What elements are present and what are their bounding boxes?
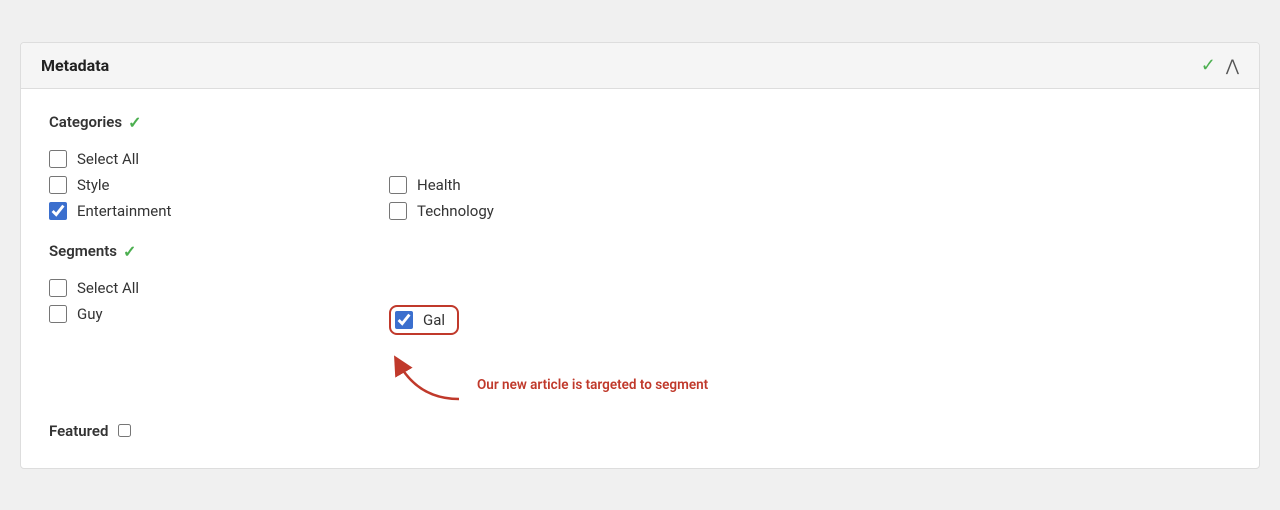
categories-select-all-label[interactable]: Select All	[77, 150, 139, 168]
categories-section: Categories ✓ Select All Style	[49, 113, 1231, 224]
categories-grid: Style Entertainment Health Techn	[49, 172, 1231, 224]
categories-select-all-row: Select All	[49, 146, 1231, 172]
category-entertainment-label[interactable]: Entertainment	[77, 202, 171, 220]
panel-body: Categories ✓ Select All Style	[21, 89, 1259, 468]
segment-gal-checkbox[interactable]	[395, 311, 413, 329]
segments-left-col: Guy	[49, 301, 389, 339]
header-check-icon: ✓	[1201, 55, 1216, 76]
segments-label: Segments	[49, 242, 117, 260]
annotation-arrow	[389, 349, 469, 404]
category-style-label[interactable]: Style	[77, 176, 110, 194]
segment-gal-row: Gal	[389, 301, 1231, 339]
categories-label: Categories	[49, 113, 122, 131]
featured-section: Featured	[49, 422, 1231, 440]
segments-select-all-row: Select All	[49, 275, 1231, 301]
segments-select-all-checkbox[interactable]	[49, 279, 67, 297]
categories-left-col: Style Entertainment	[49, 172, 389, 224]
annotation-container: Our new article is targeted to segment	[389, 349, 1231, 404]
segments-title: Segments ✓	[49, 242, 1231, 261]
category-entertainment-row: Entertainment	[49, 198, 389, 224]
annotation-text: Our new article is targeted to segment	[477, 377, 708, 393]
category-health-label[interactable]: Health	[417, 176, 461, 194]
categories-select-all-checkbox[interactable]	[49, 150, 67, 168]
featured-label: Featured	[49, 422, 108, 440]
category-technology-row: Technology	[389, 198, 1231, 224]
featured-checkbox[interactable]	[118, 424, 131, 437]
category-technology-checkbox[interactable]	[389, 202, 407, 220]
category-health-row: Health	[389, 172, 1231, 198]
segments-grid: Guy Gal	[49, 301, 1231, 339]
segments-right-col: Gal	[389, 301, 1231, 339]
segments-section: Segments ✓ Select All Guy	[49, 242, 1231, 404]
panel-header: Metadata ✓ ⋀	[21, 43, 1259, 89]
categories-title: Categories ✓	[49, 113, 1231, 132]
categories-check-icon: ✓	[128, 113, 141, 132]
segments-check-icon: ✓	[123, 242, 136, 261]
segment-guy-row: Guy	[49, 301, 389, 327]
header-chevron-icon[interactable]: ⋀	[1226, 56, 1239, 75]
category-technology-label[interactable]: Technology	[417, 202, 494, 220]
panel-title: Metadata	[41, 56, 109, 75]
metadata-panel: Metadata ✓ ⋀ Categories ✓ Select All	[20, 42, 1260, 469]
segment-guy-checkbox[interactable]	[49, 305, 67, 323]
categories-right-col: Health Technology	[389, 172, 1231, 224]
segment-gal-label[interactable]: Gal	[423, 311, 445, 329]
gal-highlight-box: Gal	[389, 305, 459, 335]
category-health-checkbox[interactable]	[389, 176, 407, 194]
header-icons: ✓ ⋀	[1201, 55, 1239, 76]
category-style-row: Style	[49, 172, 389, 198]
category-style-checkbox[interactable]	[49, 176, 67, 194]
category-entertainment-checkbox[interactable]	[49, 202, 67, 220]
segments-select-all-label[interactable]: Select All	[77, 279, 139, 297]
segment-guy-label[interactable]: Guy	[77, 305, 103, 323]
